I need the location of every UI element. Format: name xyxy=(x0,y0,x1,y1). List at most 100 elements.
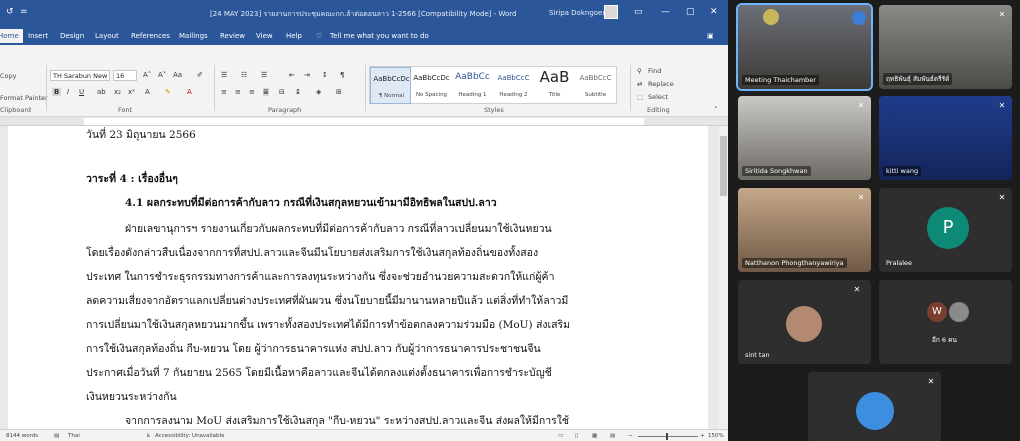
text-effects-icon[interactable]: A xyxy=(145,88,150,96)
borders-icon[interactable]: ⊞ xyxy=(336,88,342,96)
divider xyxy=(630,65,631,111)
quick-access-icon[interactable]: = xyxy=(20,7,28,17)
participant-tile[interactable]: ✕ Natthanon Phongthanyawiriya xyxy=(738,188,871,272)
numbering-icon[interactable]: ☷ xyxy=(241,71,247,79)
style-heading-2[interactable]: AaBbCcC Heading 2 xyxy=(493,67,534,104)
style-name: Heading 2 xyxy=(499,92,528,98)
tell-me-input[interactable]: Tell me what you want to do xyxy=(330,32,429,40)
tab-references[interactable]: References xyxy=(131,32,170,40)
tab-view[interactable]: View xyxy=(256,32,273,40)
format-painter-button[interactable]: Format Painter xyxy=(0,94,48,102)
read-mode-icon[interactable]: ▯ xyxy=(575,433,578,439)
tab-insert[interactable]: Insert xyxy=(28,32,48,40)
distributed-icon[interactable]: ⊟ xyxy=(279,88,285,96)
copy-button[interactable]: Copy xyxy=(0,72,17,80)
align-center-icon[interactable]: ≡ xyxy=(235,88,241,96)
participant-tile[interactable]: ✕ ฤทธิพันธุ์ สัมพันธ์ตรีรัต์ xyxy=(879,5,1012,89)
find-icon[interactable]: ⚲ xyxy=(637,67,642,75)
scroll-thumb[interactable] xyxy=(720,136,727,196)
muted-mic-icon: ✕ xyxy=(857,193,865,202)
tab-mailings[interactable]: Mailings xyxy=(179,32,208,40)
font-color-icon[interactable]: A xyxy=(187,88,192,96)
word-count[interactable]: 8144 words xyxy=(6,433,38,439)
zoom-in-icon[interactable]: + xyxy=(700,433,705,439)
participant-tile[interactable]: P ✕ Pralalee xyxy=(879,188,1012,272)
autosave-icon[interactable]: ↺ xyxy=(6,7,14,17)
replace-button[interactable]: Replace xyxy=(648,80,674,88)
align-right-icon[interactable]: ≡ xyxy=(249,88,255,96)
user-avatar-icon[interactable] xyxy=(604,5,618,19)
tab-review[interactable]: Review xyxy=(220,32,245,40)
decrease-indent-icon[interactable]: ⇤ xyxy=(289,71,295,79)
style-normal[interactable]: AaBbCcDc ¶ Normal xyxy=(370,67,411,104)
subscript-icon[interactable]: x₂ xyxy=(114,88,121,96)
participant-tile[interactable]: ✕ xyxy=(808,372,941,441)
editing-label: Editing xyxy=(647,106,670,114)
minimize-icon[interactable]: — xyxy=(661,7,670,17)
style-title[interactable]: AaB Title xyxy=(534,67,575,104)
document-title: [24 MAY 2023] รายงานการประชุมคณะกก.ล้าต่… xyxy=(210,10,517,18)
font-name-select[interactable]: TH Sarabun New xyxy=(50,70,110,81)
select-icon[interactable]: ⬚ xyxy=(637,93,643,101)
proofing-icon[interactable]: ▤ xyxy=(54,433,59,439)
clear-format-icon[interactable]: ✐ xyxy=(197,71,203,79)
accessibility-status[interactable]: Accessibility: Unavailable xyxy=(155,433,224,439)
ribbon: Copy Format Painter Clipboard TH Sarabun… xyxy=(0,45,728,117)
ribbon-options-icon[interactable]: ▭ xyxy=(634,7,643,17)
line-spacing-icon[interactable]: ↨ xyxy=(295,88,301,96)
comments-icon[interactable]: ▣ xyxy=(707,32,714,40)
italic-icon[interactable]: I xyxy=(67,88,69,96)
restore-icon[interactable]: ▢ xyxy=(686,7,695,17)
justify-icon[interactable]: ≣ xyxy=(263,88,269,96)
close-icon[interactable]: ✕ xyxy=(710,7,718,17)
tab-home[interactable]: Home xyxy=(0,29,23,43)
doc-paragraph-line: การใช้เงินสกุลท้องถิ่น กีบ-หยวน โดย ผู้ว… xyxy=(86,343,541,355)
pilcrow-icon[interactable]: ¶ xyxy=(340,71,344,79)
bold-icon[interactable]: B xyxy=(52,88,62,96)
style-heading-1[interactable]: AaBbCc Heading 1 xyxy=(452,67,493,104)
vertical-scrollbar[interactable] xyxy=(719,126,728,429)
participant-tile[interactable]: ✕ kitti wang xyxy=(879,96,1012,180)
zoom-slider[interactable] xyxy=(638,436,698,437)
document-page[interactable]: วันที่ 23 มิถุนายน 2566 วาระที่ 4 : เรื่… xyxy=(8,126,708,429)
grow-font-icon[interactable]: A˄ xyxy=(143,71,151,79)
participant-tile[interactable]: ✕ sint tan xyxy=(738,280,871,364)
paragraph-label: Paragraph xyxy=(268,106,302,114)
web-layout-icon[interactable]: ▤ xyxy=(610,433,615,439)
style-name: Heading 1 xyxy=(458,92,487,98)
find-button[interactable]: Find xyxy=(648,67,661,75)
multilevel-icon[interactable]: ☰ xyxy=(261,71,267,79)
style-no-spacing[interactable]: AaBbCcDc No Spacing xyxy=(411,67,452,104)
superscript-icon[interactable]: x² xyxy=(128,88,135,96)
shading-icon[interactable]: ◈ xyxy=(316,88,321,96)
user-name[interactable]: Siripa Dokngoen xyxy=(549,9,607,17)
underline-icon[interactable]: U xyxy=(79,88,84,96)
align-left-icon[interactable]: ≡ xyxy=(221,88,227,96)
tab-layout[interactable]: Layout xyxy=(95,32,119,40)
font-size-select[interactable]: 16 xyxy=(113,70,137,81)
zoom-slider-thumb[interactable] xyxy=(666,433,668,440)
bullets-icon[interactable]: ☰ xyxy=(221,71,227,79)
strikethrough-icon[interactable]: ab xyxy=(97,88,106,96)
zoom-level[interactable]: 150% xyxy=(708,433,724,439)
overflow-participants-tile[interactable]: W อีก 6 คน xyxy=(879,280,1012,364)
highlight-icon[interactable]: ✎ xyxy=(165,88,171,96)
change-case-icon[interactable]: Aa xyxy=(173,71,182,79)
replace-icon[interactable]: ⇄ xyxy=(637,80,642,88)
collapse-ribbon-icon[interactable]: ˄ xyxy=(714,106,718,114)
increase-indent-icon[interactable]: ⇥ xyxy=(304,71,310,79)
accessibility-icon[interactable]: ♿ xyxy=(146,433,151,439)
sort-icon[interactable]: ↕ xyxy=(322,71,328,79)
tab-design[interactable]: Design xyxy=(60,32,84,40)
style-subtitle[interactable]: AaBbCcC Subtitle xyxy=(575,67,616,104)
focus-icon[interactable]: ▭ xyxy=(558,433,563,439)
zoom-out-icon[interactable]: − xyxy=(628,433,633,439)
tab-help[interactable]: Help xyxy=(286,32,302,40)
shrink-font-icon[interactable]: A˅ xyxy=(158,71,166,79)
muted-mic-icon: ✕ xyxy=(853,285,861,294)
participant-tile[interactable]: ✕ Siritida Songkhwan xyxy=(738,96,871,180)
language-indicator[interactable]: Thai xyxy=(68,433,80,439)
participant-tile[interactable]: Meeting Thaichamber xyxy=(736,3,873,91)
select-button[interactable]: Select xyxy=(648,93,668,101)
print-layout-icon[interactable]: ▦ xyxy=(592,433,597,439)
